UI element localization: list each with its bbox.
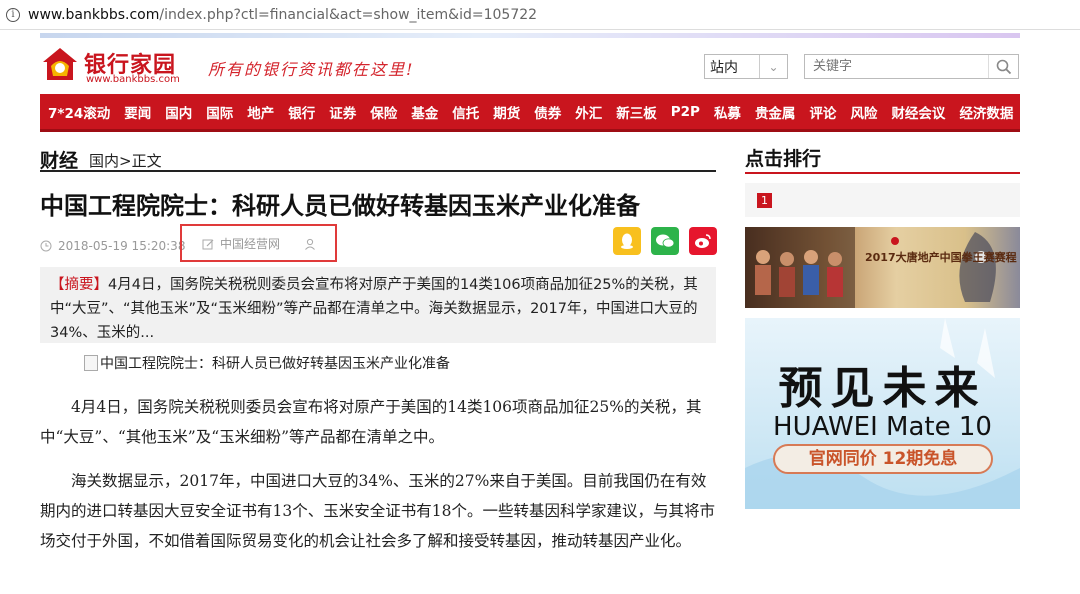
site-info-icon[interactable]: i [6, 7, 20, 22]
url-path: /index.php?ctl=financial&act=show_item&i… [159, 6, 538, 23]
site-slogan: 所有的银行资讯都在这里! [208, 60, 415, 79]
boxers-image [745, 227, 996, 308]
article-paragraph: 海关数据显示，2017年，中国进口大豆的34%、玉米的27%来自于美国。目前我国… [40, 472, 715, 550]
nav-item-p2p[interactable]: P2P [671, 104, 700, 120]
summary-tag: 【摘要】 [50, 277, 108, 293]
main-nav: 7*24滚动 要闻 国内 国际 地产 银行 证券 保险 基金 信托 期货 债券 … [40, 94, 1020, 132]
breadcrumb: 财经 国内>正文 [40, 146, 716, 172]
article-image: 中国工程院院士：科研人员已做好转基因玉米产业化准备 [84, 353, 450, 373]
nav-item-insurance[interactable]: 保险 [370, 102, 397, 122]
ad2-promo-button[interactable]: 官网同价 12期免息 [773, 444, 993, 474]
article-source[interactable]: 中国经营网 [202, 235, 280, 252]
chevron-down-icon[interactable]: ⌄ [759, 55, 787, 78]
broken-image-icon [84, 355, 98, 371]
nav-item-international[interactable]: 国际 [206, 102, 233, 122]
edit-icon [202, 239, 214, 249]
rank-list-item[interactable]: 1 [745, 183, 1020, 217]
nav-item-precious-metals[interactable]: 贵金属 [755, 102, 796, 122]
search-box[interactable] [804, 54, 1019, 79]
ad2-model: HUAWEI Mate 10 [773, 412, 992, 442]
nav-item-comments[interactable]: 评论 [809, 102, 836, 122]
article-source-name: 中国经营网 [220, 237, 281, 251]
nav-item-bonds[interactable]: 债券 [534, 102, 561, 122]
search-button[interactable] [988, 55, 1018, 78]
search-input[interactable] [805, 55, 988, 78]
search-icon [996, 59, 1011, 74]
nav-item-headlines[interactable]: 要闻 [124, 102, 151, 122]
article-datetime: 2018-05-19 15:20:38 [58, 239, 186, 253]
rank-title: 点击排行 [745, 144, 1020, 174]
article-summary: 【摘要】4月4日，国务院关税税则委员会宣布将对原产于美国的14类106项商品加征… [40, 267, 716, 343]
qq-icon[interactable] [613, 227, 641, 255]
article-meta: 2018-05-19 15:20:38 中国经营网 [40, 224, 717, 262]
nav-item-finance-meetings[interactable]: 财经会议 [891, 102, 945, 122]
search-scope-value: 站内 [710, 59, 738, 76]
ad1-title: 2017大唐地产中国拳王赛赛程 [865, 251, 1017, 264]
author-icon [304, 235, 316, 254]
nav-item-risk[interactable]: 风险 [850, 102, 877, 122]
nav-item-economic-data[interactable]: 经济数据 [959, 102, 1013, 122]
weibo-icon[interactable] [689, 227, 717, 255]
logo-url: www.bankbbs.com [86, 74, 180, 85]
rank-number: 1 [757, 193, 772, 208]
ad-banner-huawei[interactable]: 预见未来 HUAWEI Mate 10 官网同价 12期免息 [745, 318, 1020, 509]
search-scope-select[interactable]: 站内 ⌄ [704, 54, 788, 79]
site-logo[interactable]: 银行家园 www.bankbbs.com [40, 44, 200, 88]
ad-banner-boxing[interactable]: 2017大唐地产中国拳王赛赛程 [745, 227, 1020, 308]
summary-text: 4月4日，国务院关税税则委员会宣布将对原产于美国的14类106项商品加征25%的… [50, 277, 698, 341]
nav-item-funds[interactable]: 基金 [411, 102, 438, 122]
breadcrumb-path[interactable]: 国内>正文 [89, 150, 162, 171]
article-paragraph: 4月4日，国务院关税税则委员会宣布将对原产于美国的14类106项商品加征25%的… [40, 398, 702, 446]
nav-item-bank[interactable]: 银行 [288, 102, 315, 122]
wechat-icon[interactable] [651, 227, 679, 255]
nav-item-rolling[interactable]: 7*24滚动 [48, 102, 110, 122]
article-title: 中国工程院院士：科研人员已做好转基因玉米产业化准备 [40, 192, 640, 220]
top-banner-stripe [40, 33, 1020, 38]
logo-mark-icon [43, 48, 77, 80]
section-name[interactable]: 财经 [40, 146, 78, 173]
nav-item-neeq[interactable]: 新三板 [616, 102, 657, 122]
article-image-alt: 中国工程院院士：科研人员已做好转基因玉米产业化准备 [100, 356, 450, 372]
url-host: www.bankbbs.com [28, 6, 160, 23]
source-highlight-box: 中国经营网 [180, 224, 337, 262]
nav-item-realestate[interactable]: 地产 [247, 102, 274, 122]
nav-item-domestic[interactable]: 国内 [165, 102, 192, 122]
nav-item-private-equity[interactable]: 私募 [714, 102, 741, 122]
nav-item-futures[interactable]: 期货 [493, 102, 520, 122]
ad2-headline: 预见未来 [778, 363, 987, 414]
nav-item-securities[interactable]: 证券 [329, 102, 356, 122]
clock-icon [40, 240, 52, 252]
address-bar[interactable]: i www.bankbbs.com/index.php?ctl=financia… [0, 0, 1080, 30]
nav-item-forex[interactable]: 外汇 [575, 102, 602, 122]
nav-item-trust[interactable]: 信托 [452, 102, 479, 122]
article-time: 2018-05-19 15:20:38 [40, 239, 185, 253]
